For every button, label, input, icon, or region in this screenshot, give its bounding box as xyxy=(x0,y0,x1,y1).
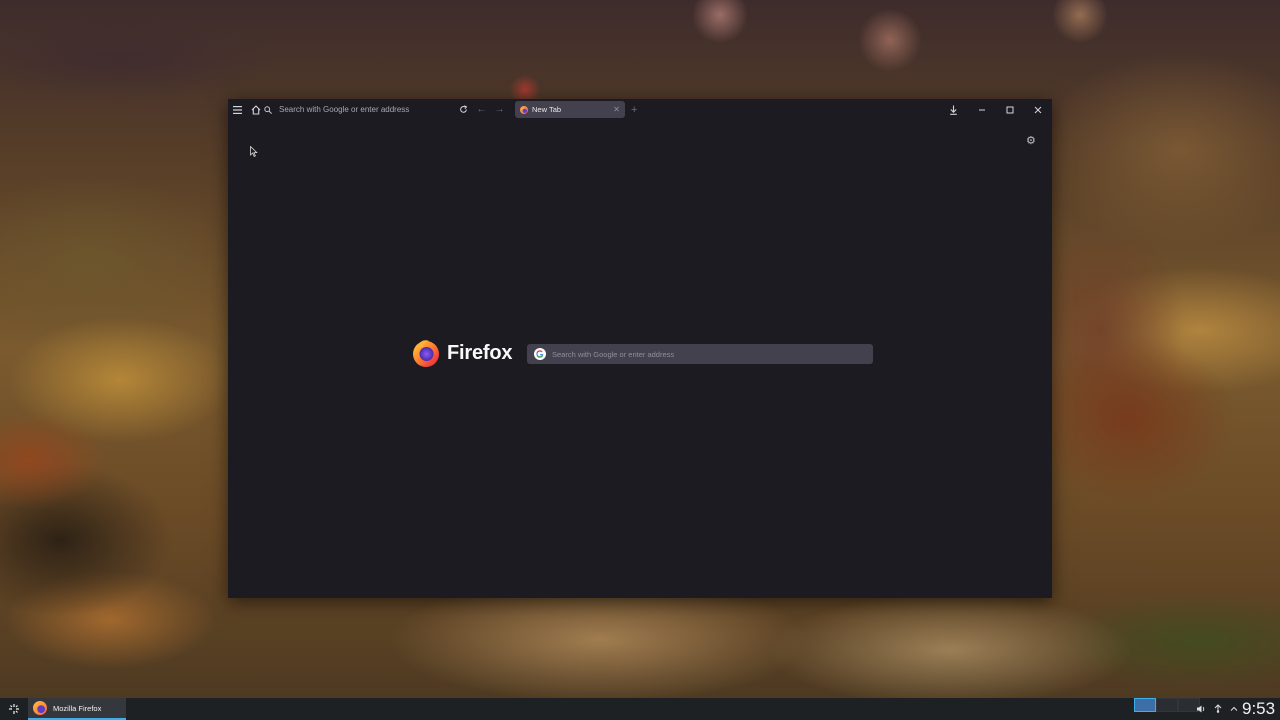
new-tab-button[interactable]: + xyxy=(631,101,637,118)
personalize-button[interactable]: ⚙ xyxy=(1026,134,1036,147)
app-menu-button[interactable] xyxy=(229,101,246,118)
mouse-cursor-icon xyxy=(250,144,258,162)
launcher-icon xyxy=(9,704,19,714)
brand-name: Firefox xyxy=(447,341,513,364)
minimize-icon xyxy=(978,109,985,110)
home-button[interactable] xyxy=(247,101,264,118)
plus-icon: + xyxy=(631,103,638,116)
newtab-search-placeholder: Search with Google or enter address xyxy=(552,349,675,359)
newtab-search-input[interactable]: Search with Google or enter address xyxy=(527,344,873,364)
reload-button[interactable] xyxy=(455,101,472,118)
close-button[interactable] xyxy=(1029,101,1046,118)
clock[interactable]: 9:53 xyxy=(1242,698,1275,720)
network-icon[interactable] xyxy=(1213,704,1223,714)
close-icon xyxy=(1034,106,1041,113)
chevron-up-icon[interactable] xyxy=(1230,705,1238,713)
system-tray xyxy=(1196,698,1245,720)
reload-icon xyxy=(460,105,468,113)
maximize-icon xyxy=(1006,106,1013,113)
tab-close-button[interactable]: ✕ xyxy=(613,105,620,114)
application-launcher-button[interactable] xyxy=(6,701,22,717)
download-icon xyxy=(950,105,957,115)
firefox-brand: Firefox xyxy=(411,338,512,368)
home-icon xyxy=(251,104,260,115)
url-bar-placeholder: Search with Google or enter address xyxy=(279,105,410,114)
url-bar[interactable]: Search with Google or enter address xyxy=(264,101,464,118)
firefox-window: Search with Google or enter address ← → … xyxy=(228,99,1052,598)
back-button[interactable]: ← xyxy=(473,101,490,118)
taskbar: Mozilla Firefox 9:53 xyxy=(0,698,1280,720)
hamburger-menu-icon xyxy=(233,105,242,114)
volume-icon[interactable] xyxy=(1196,704,1206,714)
firefox-app-icon xyxy=(33,701,47,715)
firefox-favicon-icon xyxy=(520,105,528,114)
firefox-logo-icon xyxy=(411,338,441,368)
minimize-button[interactable] xyxy=(973,101,990,118)
arrow-left-icon: ← xyxy=(476,104,487,115)
maximize-button[interactable] xyxy=(1001,101,1018,118)
new-tab-page: ⚙ Firefox Search with Google or enter ad… xyxy=(228,120,1052,598)
tab-title: New Tab xyxy=(532,105,562,114)
virtual-desktop-pager xyxy=(1134,698,1200,720)
search-icon xyxy=(264,105,274,114)
desktop-2-button[interactable] xyxy=(1156,698,1178,712)
arrow-right-icon: → xyxy=(494,104,505,115)
browser-toolbar: Search with Google or enter address ← → … xyxy=(228,99,1052,120)
desktop-1-button[interactable] xyxy=(1134,698,1156,712)
taskbar-item-firefox[interactable]: Mozilla Firefox xyxy=(28,698,126,720)
taskbar-item-label: Mozilla Firefox xyxy=(53,703,102,713)
forward-button[interactable]: → xyxy=(491,101,508,118)
google-icon xyxy=(534,348,546,360)
downloads-button[interactable] xyxy=(945,101,962,118)
gear-icon: ⚙ xyxy=(1026,135,1036,147)
tab-new-tab[interactable]: New Tab ✕ xyxy=(515,101,625,118)
